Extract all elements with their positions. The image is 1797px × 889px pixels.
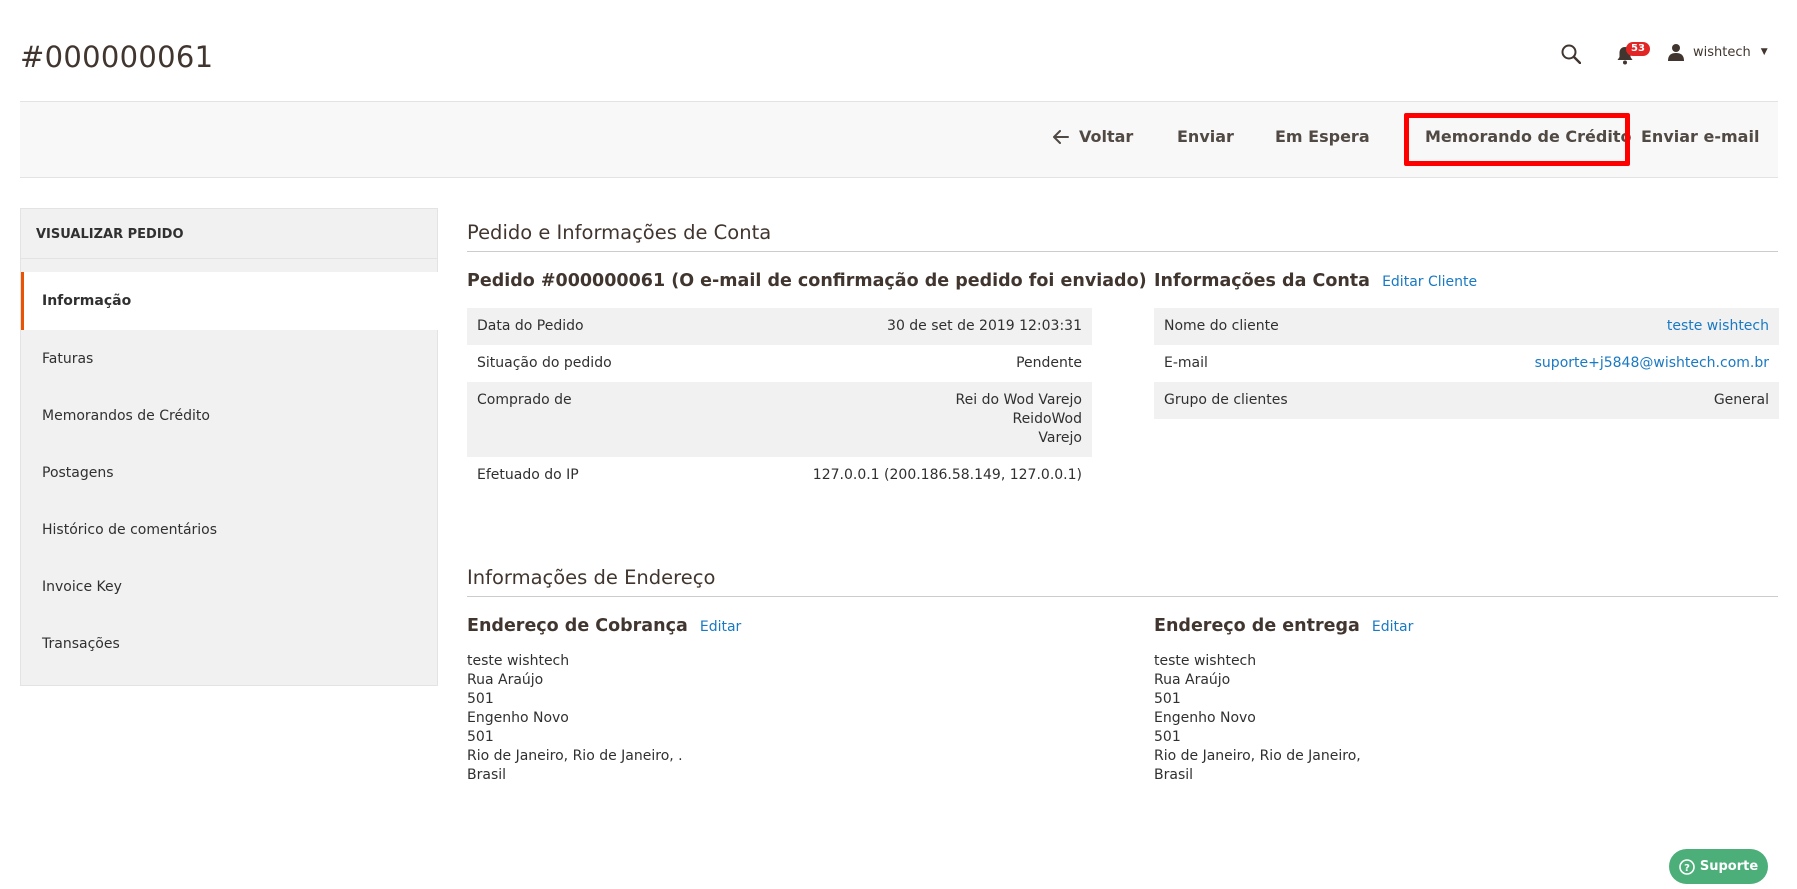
search-icon[interactable] [1561,44,1581,64]
row-label: Situação do pedido [477,355,612,371]
address-line: Rua Araújo [1154,672,1231,688]
store-line: Varejo [1038,430,1082,446]
sidebar-item-historico[interactable]: Histórico de comentários [21,501,438,558]
order-account-section-title: Pedido e Informações de Conta [467,221,772,244]
send-email-button[interactable]: Enviar e-mail [1641,127,1759,146]
back-button[interactable]: Voltar [1053,127,1133,146]
sidebar-item-informacao[interactable]: Informação [21,272,438,330]
shipping-address-title: Endereço de entrega Editar [1154,616,1413,636]
account-title-text: Informações da Conta [1154,271,1370,291]
back-label: Voltar [1079,127,1134,146]
table-row: Grupo de clientes General [1154,382,1779,419]
row-label: Comprado de [477,392,572,408]
billing-title-text: Endereço de Cobrança [467,616,688,636]
row-value: Pendente [1016,355,1082,371]
table-row: Data do Pedido 30 de set de 2019 12:03:3… [467,308,1092,345]
hold-button[interactable]: Em Espera [1275,127,1370,146]
table-row: Comprado de Rei do Wod Varejo ReidoWod V… [467,382,1092,457]
notification-badge: 53 [1626,42,1650,56]
sidebar-item-memorandos[interactable]: Memorandos de Crédito [21,387,438,444]
row-value: Rei do Wod Varejo ReidoWod Varejo [956,391,1082,448]
address-line: Rio de Janeiro, Rio de Janeiro, [1154,748,1361,764]
chevron-down-icon: ▼ [1760,47,1768,57]
svg-text:?: ? [1684,863,1690,874]
order-info-table: Data do Pedido 30 de set de 2019 12:03:3… [467,308,1092,494]
sidebar-item-postagens[interactable]: Postagens [21,444,438,501]
address-line: 501 [467,691,494,707]
address-line: Brasil [467,767,507,783]
help-icon: ? [1679,858,1695,875]
user-icon [1668,44,1684,61]
ship-button[interactable]: Enviar [1177,127,1234,146]
edit-shipping-link[interactable]: Editar [1372,619,1413,635]
arrow-left-icon [1053,129,1069,144]
store-line: ReidoWod [1012,411,1082,427]
order-title: Pedido #000000061 (O e-mail de confirmaç… [467,271,1147,291]
address-line: Rua Araújo [467,672,544,688]
row-value: 127.0.0.1 (200.186.58.149, 127.0.0.1) [812,467,1082,483]
row-label: E-mail [1164,355,1208,371]
shipping-title-text: Endereço de entrega [1154,616,1360,636]
row-label: Grupo de clientes [1164,392,1288,408]
section-divider [467,596,1778,597]
address-line: Engenho Novo [467,710,569,726]
customer-email-link[interactable]: suporte+j5848@wishtech.com.br [1535,354,1769,373]
row-label: Nome do cliente [1164,318,1279,334]
shipping-address: teste wishtech Rua Araújo 501 Engenho No… [1154,652,1361,785]
edit-customer-link[interactable]: Editar Cliente [1382,274,1477,290]
address-line: 501 [1154,729,1181,745]
credit-memo-button[interactable]: Memorando de Crédito [1425,127,1631,146]
section-divider [467,251,1778,252]
billing-address-title: Endereço de Cobrança Editar [467,616,741,636]
table-row: E-mail suporte+j5848@wishtech.com.br [1154,345,1779,382]
table-row: Nome do cliente teste wishtech [1154,308,1779,345]
support-button[interactable]: ? Suporte [1669,849,1768,884]
sidebar-item-transacoes[interactable]: Transações [21,615,438,672]
table-row: Situação do pedido Pendente [467,345,1092,382]
address-line: Engenho Novo [1154,710,1256,726]
address-line: teste wishtech [1154,653,1257,669]
customer-name-link[interactable]: teste wishtech [1667,317,1769,336]
address-line: 501 [467,729,494,745]
store-line: Rei do Wod Varejo [955,392,1082,408]
page-title: #000000061 [20,40,214,74]
page-actions-bar: Voltar Enviar Em Espera Memorando de Cré… [20,101,1778,178]
billing-address: teste wishtech Rua Araújo 501 Engenho No… [467,652,683,785]
sidebar-item-invoice-key[interactable]: Invoice Key [21,558,438,615]
address-line: Rio de Janeiro, Rio de Janeiro, . [467,748,683,764]
address-section-title: Informações de Endereço [467,566,716,589]
row-label: Data do Pedido [477,318,584,334]
sidebar-title: VISUALIZAR PEDIDO [21,209,437,259]
row-value: 30 de set de 2019 12:03:31 [887,318,1082,334]
user-menu[interactable]: wishtech ▼ [1667,43,1768,61]
table-row: Efetuado do IP 127.0.0.1 (200.186.58.149… [467,457,1092,494]
support-label: Suporte [1699,859,1759,874]
user-name: wishtech [1693,44,1751,60]
account-info-table: Nome do cliente teste wishtech E-mail su… [1154,308,1779,419]
address-line: Brasil [1154,767,1194,783]
address-line: 501 [1154,691,1181,707]
sidebar-item-faturas[interactable]: Faturas [21,330,438,387]
row-value: General [1713,392,1769,408]
address-line: teste wishtech [467,653,570,669]
row-label: Efetuado do IP [477,467,579,483]
edit-billing-link[interactable]: Editar [700,619,741,635]
account-title: Informações da Conta Editar Cliente [1154,271,1477,291]
order-view-sidebar: VISUALIZAR PEDIDO Informação Faturas Mem… [20,208,438,686]
